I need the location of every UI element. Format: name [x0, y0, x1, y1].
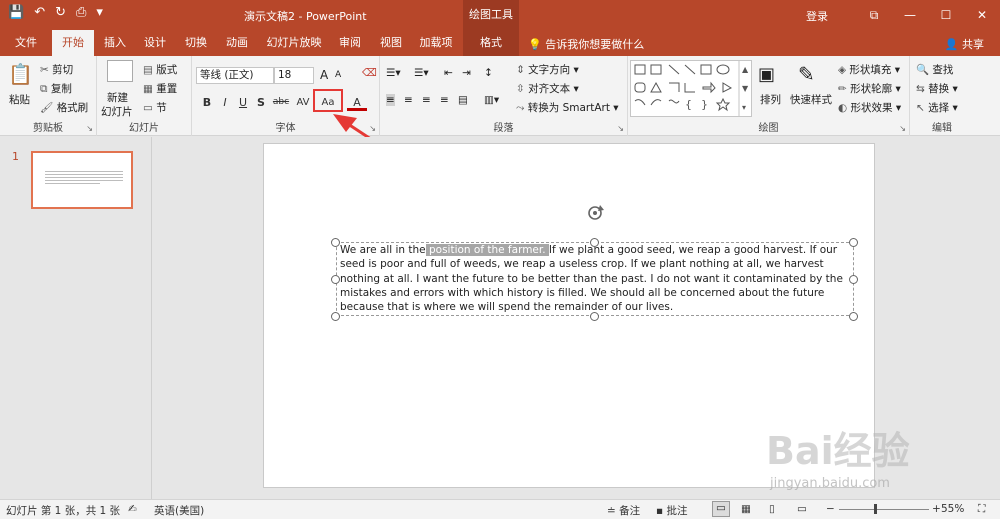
notes-button[interactable]: ≐ 备注	[607, 503, 640, 518]
zoom-slider-thumb[interactable]	[874, 504, 877, 514]
slide-info: 幻灯片 第 1 张，共 1 张	[6, 505, 121, 517]
resize-handle-top-right[interactable]	[849, 238, 858, 247]
baidu-watermark: Bai经验 jingyan.baidu.com	[766, 420, 976, 500]
rotate-handle-icon[interactable]	[585, 203, 605, 223]
slide-thumbnail-pane: 1	[0, 137, 152, 499]
zoom-in-button[interactable]: +	[932, 503, 941, 515]
resize-handle-bottom[interactable]	[590, 312, 599, 321]
resize-handle-bottom-right[interactable]	[849, 312, 858, 321]
resize-handle-bottom-left[interactable]	[331, 312, 340, 321]
text-box-content[interactable]: We are all in the position of the farmer…	[340, 243, 845, 314]
comments-label: 批注	[666, 505, 688, 517]
thumbnail-text-preview	[45, 171, 123, 186]
slide-sorter-icon[interactable]: ▦	[741, 503, 751, 515]
reading-view-icon[interactable]: ▯	[769, 503, 775, 515]
watermark-brand: Bai经验	[766, 429, 910, 473]
comments-button[interactable]: ▪ 批注	[656, 503, 687, 518]
normal-view-icon[interactable]: ▭	[712, 501, 730, 517]
zoom-out-button[interactable]: −	[826, 503, 835, 515]
text-before-selection: We are all in the	[340, 244, 426, 256]
slide-thumbnail[interactable]	[31, 151, 133, 209]
fit-slide-icon[interactable]: ⛶	[978, 503, 985, 516]
status-bar: 幻灯片 第 1 张，共 1 张 ✍ 英语(美国) ≐ 备注 ▪ 批注 ▭ ▦ ▯…	[0, 499, 1000, 519]
watermark-url: jingyan.baidu.com	[770, 476, 890, 491]
resize-handle-top[interactable]	[590, 238, 599, 247]
notes-label: 备注	[619, 505, 641, 517]
resize-handle-left[interactable]	[331, 275, 340, 284]
selected-text: position of the farmer.	[425, 244, 549, 256]
slide-number: 1	[12, 150, 19, 163]
spelling-icon[interactable]: ✍	[128, 503, 137, 515]
resize-handle-right[interactable]	[849, 275, 858, 284]
zoom-slider[interactable]	[839, 509, 929, 510]
slideshow-view-icon[interactable]: ▭	[797, 503, 807, 515]
comment-icon: ▪	[656, 505, 664, 517]
zoom-level[interactable]: 55%	[941, 503, 964, 515]
notes-icon: ≐	[607, 505, 616, 517]
language-indicator[interactable]: 英语(美国)	[154, 503, 204, 518]
resize-handle-top-left[interactable]	[331, 238, 340, 247]
